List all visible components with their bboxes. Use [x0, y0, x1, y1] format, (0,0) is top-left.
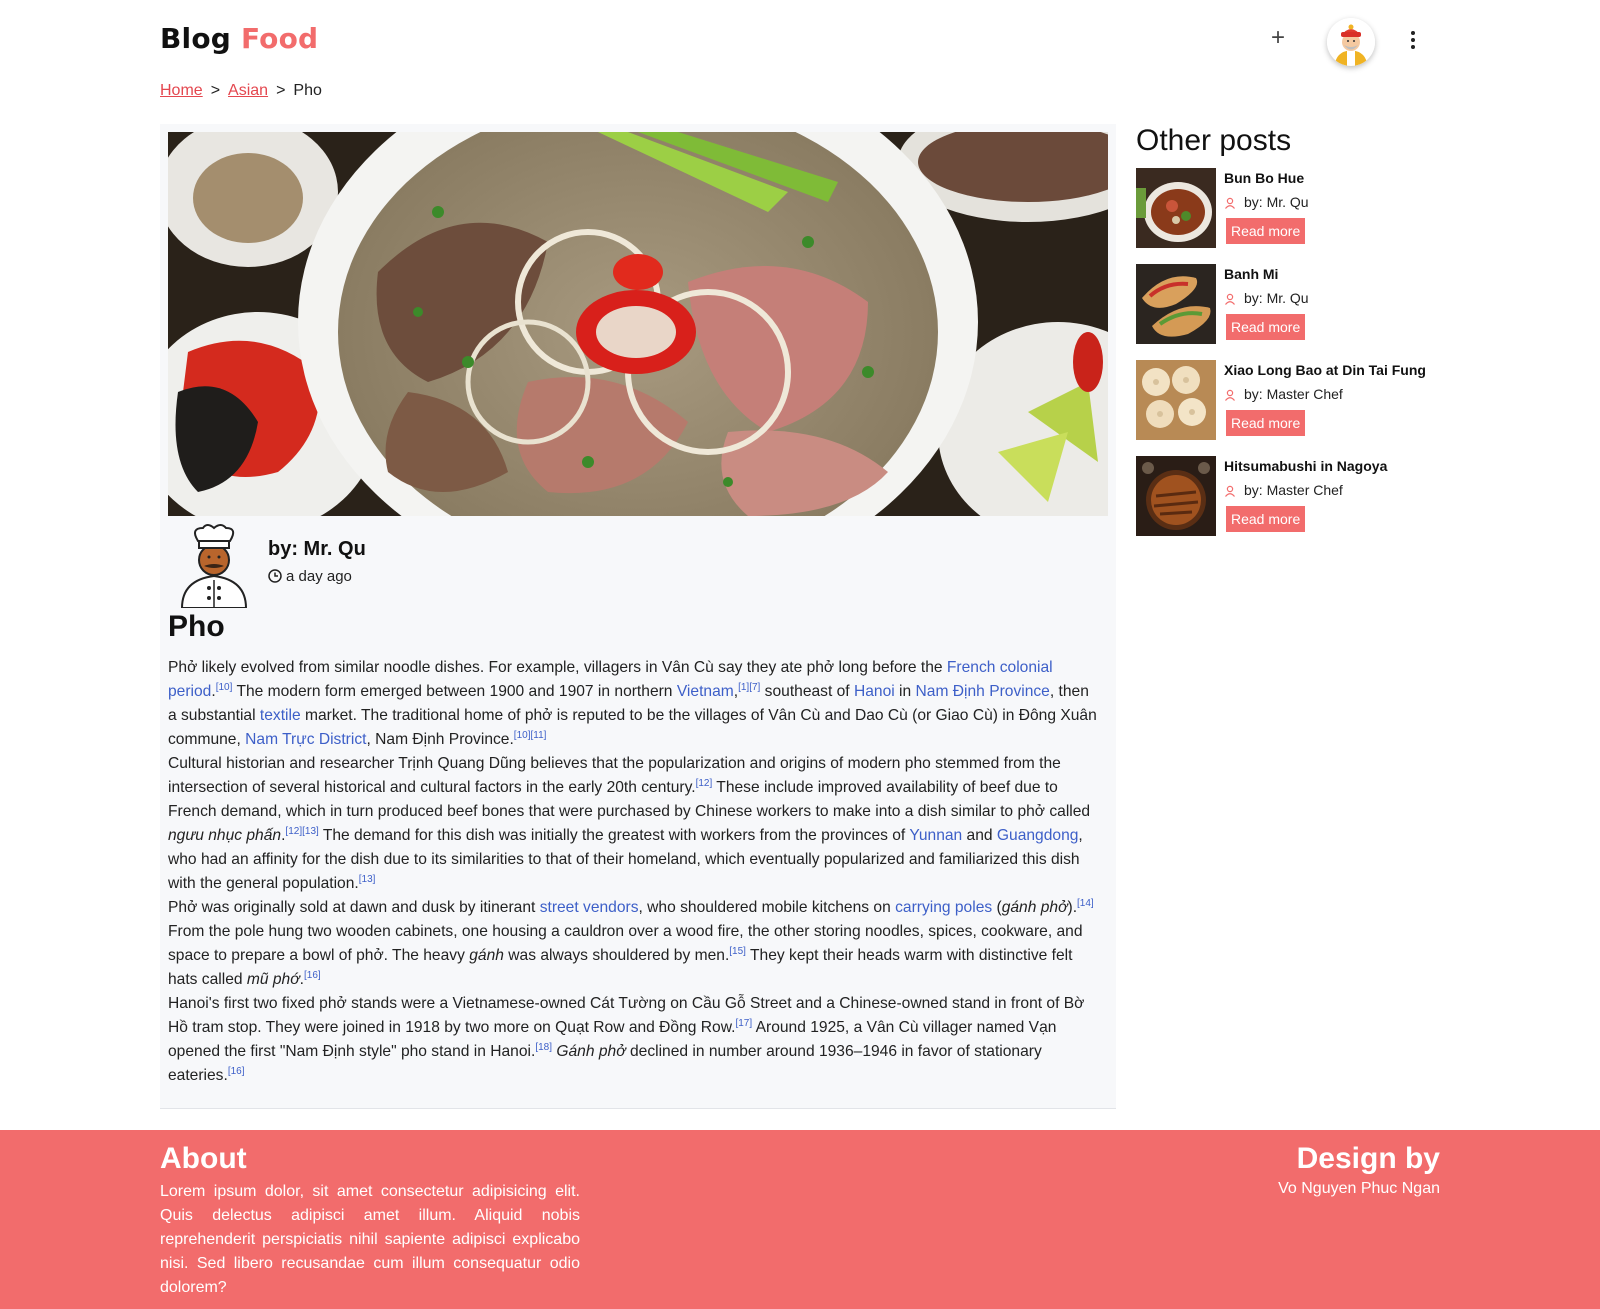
link-street-vendors[interactable]: street vendors — [540, 899, 639, 916]
chef-avatar — [180, 524, 248, 608]
reference[interactable]: [14] — [1077, 898, 1094, 909]
site-header: Blog Food + — [160, 18, 1422, 66]
article-title: Pho — [168, 610, 225, 643]
article-card: by: Mr. Qu a day ago Pho Phở likely evol… — [160, 124, 1116, 1109]
article-paragraph-4: Hanoi's first two fixed phở stands were … — [168, 995, 1085, 1084]
reference[interactable]: [16] — [304, 970, 321, 981]
article-author: by: Mr. Qu — [268, 538, 366, 560]
user-avatar[interactable] — [1327, 18, 1375, 66]
article-paragraph-2: Cultural historian and researcher Trịnh … — [168, 755, 1091, 892]
post-thumbnail-hitsumabushi[interactable] — [1136, 456, 1216, 536]
link-textile[interactable]: textile — [260, 707, 301, 724]
footer-designer-name: Vo Nguyen Phuc Ngan — [1278, 1180, 1440, 1197]
reference[interactable]: [16] — [228, 1066, 245, 1077]
more-vert-icon[interactable] — [1410, 31, 1416, 52]
clock-icon — [268, 569, 282, 583]
breadcrumb-separator: > — [210, 82, 221, 99]
link-hanoi[interactable]: Hanoi — [854, 683, 895, 700]
post-thumbnail-banh-mi[interactable] — [1136, 264, 1216, 344]
add-post-icon[interactable]: + — [1271, 24, 1285, 52]
breadcrumb: Home > Asian > Pho — [160, 82, 322, 100]
link-guangdong[interactable]: Guangdong — [997, 827, 1079, 844]
read-more-button[interactable]: Read more — [1226, 506, 1306, 532]
sidebar-post-author: by: Master Chef — [1224, 386, 1343, 402]
sidebar-post-title[interactable]: Banh Mi — [1224, 266, 1278, 282]
logo-blog: Blog — [160, 22, 232, 55]
article-paragraph-1: Phở likely evolved from similar noodle d… — [168, 659, 1097, 748]
sidebar-post-author: by: Master Chef — [1224, 482, 1343, 498]
post-thumbnail-xiao-long-bao[interactable] — [1136, 360, 1216, 440]
hero-image-pho — [168, 132, 1108, 516]
footer-about-text: Lorem ipsum dolor, sit amet consectetur … — [160, 1183, 580, 1296]
reference[interactable]: [10] — [216, 682, 233, 693]
article-paragraph-3: Phở was originally sold at dawn and dusk… — [168, 897, 1094, 988]
breadcrumb-asian[interactable]: Asian — [228, 82, 268, 99]
author-box: by: Mr. Qu a day ago — [176, 524, 576, 608]
article-time-text: a day ago — [286, 568, 352, 585]
article-body: Phở likely evolved from similar noodle d… — [168, 656, 1098, 1088]
link-yunnan[interactable]: Yunnan — [909, 827, 962, 844]
link-vietnam[interactable]: Vietnam — [677, 683, 734, 700]
sidebar-post: Hitsumabushi in Nagoya by: Master Chef R… — [1136, 456, 1426, 536]
reference[interactable]: [17] — [735, 1018, 752, 1029]
sidebar-post-title[interactable]: Xiao Long Bao at Din Tai Fung — [1224, 362, 1426, 378]
reference[interactable]: [10][11] — [514, 730, 547, 741]
link-carrying-poles[interactable]: carrying poles — [895, 899, 992, 916]
read-more-button[interactable]: Read more — [1226, 314, 1306, 340]
sidebar: Other posts Bun Bo Hue by: Mr. Qu Read m… — [1136, 124, 1426, 552]
site-footer: About Lorem ipsum dolor, sit amet consec… — [0, 1130, 1600, 1309]
link-nam-dinh-province[interactable]: Nam Định Province — [916, 683, 1050, 700]
breadcrumb-current: Pho — [293, 82, 322, 99]
breadcrumb-home[interactable]: Home — [160, 82, 203, 99]
read-more-button[interactable]: Read more — [1226, 410, 1306, 436]
link-nam-truc-district[interactable]: Nam Trực District — [245, 731, 366, 748]
logo-food: Food — [240, 22, 319, 55]
sidebar-post: Xiao Long Bao at Din Tai Fung by: Master… — [1136, 360, 1426, 440]
footer-about-title: About — [160, 1142, 247, 1175]
post-thumbnail-bun-bo-hue[interactable] — [1136, 168, 1216, 248]
sidebar-post: Banh Mi by: Mr. Qu Read more — [1136, 264, 1426, 344]
user-icon — [1225, 485, 1235, 497]
sidebar-post-title[interactable]: Hitsumabushi in Nagoya — [1224, 458, 1387, 474]
sidebar-post-author: by: Mr. Qu — [1224, 290, 1309, 306]
reference[interactable]: [15] — [729, 946, 746, 957]
user-icon — [1225, 293, 1235, 305]
reference[interactable]: [1][7] — [738, 682, 760, 693]
sidebar-post-author: by: Mr. Qu — [1224, 194, 1309, 210]
sidebar-post-title[interactable]: Bun Bo Hue — [1224, 170, 1304, 186]
sidebar-post: Bun Bo Hue by: Mr. Qu Read more — [1136, 168, 1426, 248]
breadcrumb-separator: > — [276, 82, 286, 99]
user-icon — [1225, 389, 1235, 401]
reference[interactable]: [12][13] — [285, 826, 318, 837]
reference[interactable]: [13] — [359, 874, 376, 885]
sidebar-title: Other posts — [1136, 124, 1292, 157]
read-more-button[interactable]: Read more — [1226, 218, 1306, 244]
user-icon — [1225, 197, 1235, 209]
article-time: a day ago — [268, 568, 352, 585]
footer-design-title: Design by — [1296, 1142, 1440, 1175]
reference[interactable]: [18] — [535, 1042, 552, 1053]
reference[interactable]: [12] — [696, 778, 713, 789]
site-logo[interactable]: Blog Food — [160, 22, 318, 55]
